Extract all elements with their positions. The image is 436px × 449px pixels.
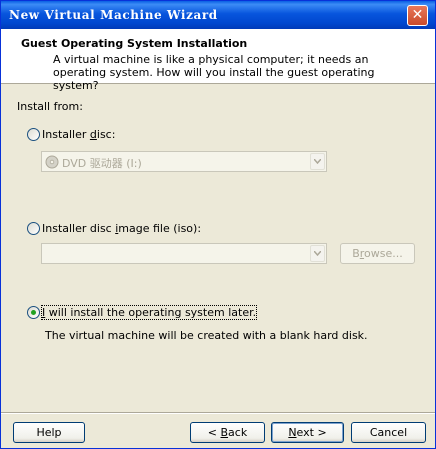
installer-disc-radio[interactable] <box>27 128 40 141</box>
close-button[interactable]: ✕ <box>407 5 428 26</box>
dvd-drive-icon <box>45 155 59 169</box>
wizard-window: New Virtual Machine Wizard ✕ Guest Opera… <box>0 0 436 449</box>
page-title: Guest Operating System Installation <box>21 37 248 50</box>
browse-button[interactable]: Browse... <box>340 243 415 264</box>
wizard-header: Guest Operating System Installation A vi… <box>1 29 435 92</box>
page-description: A virtual machine is like a physical com… <box>53 53 375 92</box>
install-later-info: The virtual machine will be created with… <box>45 329 368 342</box>
chevron-down-icon <box>314 251 321 256</box>
back-button[interactable]: < Back <box>190 422 265 443</box>
install-later-label[interactable]: I will install the operating system late… <box>40 305 258 320</box>
installer-disc-value: DVD 驱动器 (I:) <box>62 157 142 170</box>
title-bar[interactable]: New Virtual Machine Wizard ✕ <box>1 1 435 29</box>
next-button[interactable]: Next > <box>271 422 344 443</box>
close-icon: ✕ <box>411 7 424 23</box>
install-later-radio[interactable] <box>27 306 40 319</box>
help-button[interactable]: Help <box>13 422 85 443</box>
radio-selected-dot <box>31 310 36 315</box>
installer-disc-dropdown[interactable]: DVD 驱动器 (I:) <box>41 151 327 172</box>
iso-image-label[interactable]: Installer disc image file (iso): <box>42 222 201 235</box>
footer-separator <box>1 412 435 414</box>
cancel-button[interactable]: Cancel <box>351 422 426 443</box>
iso-image-dropdown-button[interactable] <box>310 245 325 262</box>
iso-image-radio[interactable] <box>27 222 40 235</box>
chevron-down-icon <box>314 159 321 164</box>
install-from-label: Install from: <box>17 100 83 113</box>
installer-disc-dropdown-button[interactable] <box>310 153 325 170</box>
iso-image-path-combo[interactable] <box>41 243 327 264</box>
installer-disc-label[interactable]: Installer disc: <box>42 128 115 141</box>
window-title: New Virtual Machine Wizard <box>9 8 218 22</box>
